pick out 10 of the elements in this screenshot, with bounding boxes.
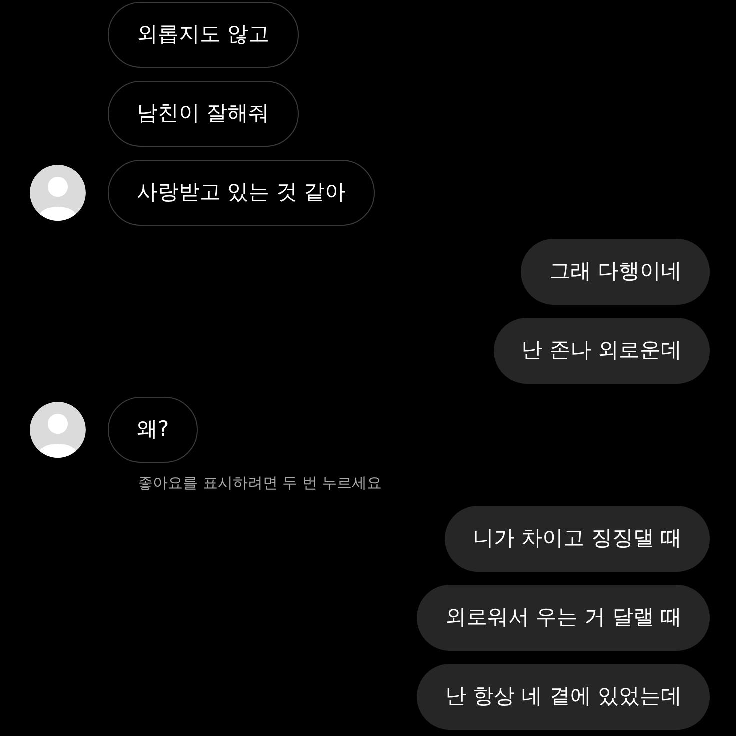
received-message: 남친이 잘해줘 [108, 81, 299, 147]
received-message: 사랑받고 있는 것 같아 [108, 160, 376, 226]
received-message: 외롭지도 않고 [108, 2, 299, 68]
sent-message: 그래 다행이네 [521, 239, 710, 305]
sent-message: 난 존나 외로운데 [494, 318, 710, 384]
sent-message: 외로워서 우는 거 달랠 때 [417, 585, 710, 651]
sent-message: 난 항상 네 곁에 있었는데 [417, 664, 710, 730]
received-message: 왜? [108, 397, 198, 463]
sent-message: 니가 차이고 징징댈 때 [444, 506, 710, 572]
like-hint: 좋아요를 표시하려면 두 번 누르세요 [138, 473, 384, 493]
